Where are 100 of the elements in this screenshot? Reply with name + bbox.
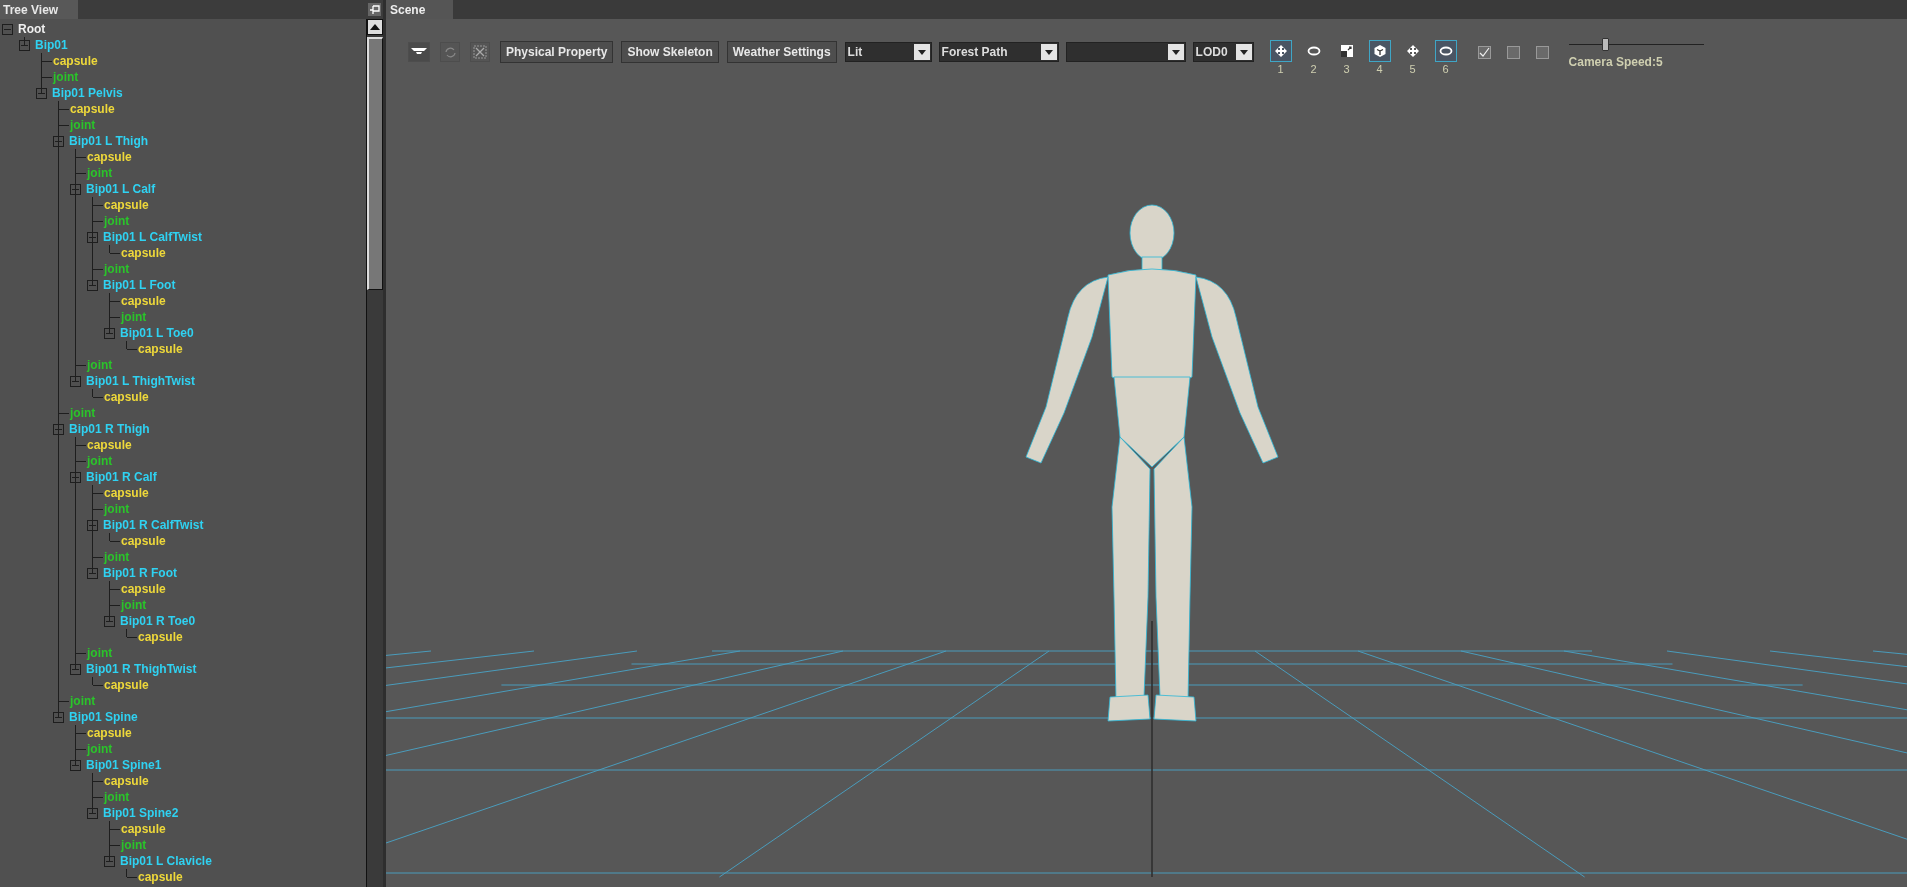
- gizmo-number: 3: [1343, 63, 1350, 75]
- expand-toggle[interactable]: [70, 663, 81, 675]
- tree-item[interactable]: Bip01 R ThighTwist: [86, 662, 197, 676]
- expand-toggle[interactable]: [2, 23, 13, 35]
- expand-toggle[interactable]: [53, 135, 64, 147]
- tree-item[interactable]: Bip01 R Thigh: [69, 422, 150, 436]
- expand-toggle[interactable]: [70, 471, 81, 483]
- expand-toggle[interactable]: [19, 39, 30, 51]
- tree-item[interactable]: capsule: [121, 246, 166, 260]
- tree-item[interactable]: Bip01 L Thigh: [69, 134, 149, 148]
- dropdown[interactable]: LOD0: [1192, 42, 1254, 62]
- tree-item[interactable]: Bip01 L Calf: [86, 182, 156, 196]
- tree-item[interactable]: capsule: [104, 390, 149, 404]
- tree-item[interactable]: Bip01 L Foot: [103, 278, 176, 292]
- tree-item[interactable]: capsule: [121, 294, 166, 308]
- tree-item[interactable]: capsule: [87, 438, 132, 452]
- tree-item[interactable]: Bip01 R Foot: [103, 566, 177, 580]
- tree-item[interactable]: capsule: [104, 198, 149, 212]
- dropdown[interactable]: Forest Path: [938, 42, 1059, 62]
- expand-toggle[interactable]: [87, 231, 98, 243]
- toolbar-button[interactable]: Physical Property: [500, 41, 614, 63]
- tree-item[interactable]: joint: [121, 598, 147, 612]
- tree-item[interactable]: capsule: [104, 774, 149, 788]
- cube-icon: [1372, 44, 1387, 58]
- tree-item[interactable]: joint: [70, 694, 96, 708]
- toolbar-button[interactable]: Show Skeleton: [621, 41, 719, 63]
- tree-item[interactable]: Bip01 R CalfTwist: [103, 518, 204, 532]
- tree-item[interactable]: joint: [104, 550, 130, 564]
- tree-item[interactable]: capsule: [138, 870, 183, 884]
- tree-item[interactable]: Bip01 Pelvis: [52, 86, 123, 100]
- dropdown[interactable]: Lit: [844, 42, 932, 62]
- gizmo-number: 1: [1277, 63, 1284, 75]
- tree-item[interactable]: Bip01: [35, 38, 68, 52]
- tree-item[interactable]: Bip01 L Toe0: [120, 326, 194, 340]
- tree-item[interactable]: Root: [18, 22, 46, 36]
- tree-item[interactable]: capsule: [70, 102, 115, 116]
- tree-item[interactable]: joint: [87, 166, 113, 180]
- tree-item[interactable]: Bip01 L Clavicle: [120, 854, 212, 868]
- expand-toggle[interactable]: [87, 567, 98, 579]
- tree-item[interactable]: joint: [70, 118, 96, 132]
- refresh-button[interactable]: [440, 42, 460, 62]
- expand-toggle[interactable]: [104, 615, 115, 627]
- gizmo-button[interactable]: [1269, 40, 1292, 62]
- gizmo-button[interactable]: [1368, 40, 1391, 62]
- tree-item[interactable]: capsule: [87, 726, 132, 740]
- tree-item[interactable]: capsule: [104, 486, 149, 500]
- tree-item[interactable]: capsule: [121, 822, 166, 836]
- tree-item[interactable]: Bip01 L ThighTwist: [86, 374, 195, 388]
- expand-toggle[interactable]: [104, 327, 115, 339]
- expand-toggle[interactable]: [87, 279, 98, 291]
- tree-item[interactable]: capsule: [138, 342, 183, 356]
- tree-item[interactable]: capsule: [121, 582, 166, 596]
- refresh-icon: [443, 45, 457, 59]
- tree-item[interactable]: joint: [121, 310, 147, 324]
- dropdown[interactable]: [1065, 42, 1186, 62]
- checkbox[interactable]: [1477, 46, 1491, 59]
- expand-toggle[interactable]: [87, 519, 98, 531]
- scale-icon: [1339, 44, 1354, 58]
- tree-item[interactable]: joint: [104, 502, 130, 516]
- tree-item[interactable]: capsule: [87, 150, 132, 164]
- gizmo-number: 6: [1442, 63, 1449, 75]
- tree-item[interactable]: joint: [70, 406, 96, 420]
- gizmo-button[interactable]: [1434, 40, 1457, 62]
- tree-item[interactable]: joint: [104, 262, 130, 276]
- lamp-icon: [411, 48, 427, 56]
- expand-toggle[interactable]: [104, 855, 115, 867]
- tree-item[interactable]: joint: [104, 214, 130, 228]
- tree-item[interactable]: joint: [87, 358, 113, 372]
- expand-toggle[interactable]: [53, 423, 64, 435]
- tree-item[interactable]: Bip01 Spine: [69, 710, 138, 724]
- expand-toggle[interactable]: [53, 711, 64, 723]
- tree-item[interactable]: joint: [87, 742, 113, 756]
- tree-item[interactable]: joint: [87, 454, 113, 468]
- tree-item[interactable]: Bip01 Spine1: [86, 758, 162, 772]
- toolbar-button[interactable]: Weather Settings: [726, 41, 837, 63]
- panel-tab[interactable]: Tree View: [0, 0, 79, 19]
- slider-thumb[interactable]: [1602, 38, 1609, 51]
- tree-item[interactable]: joint: [121, 838, 147, 852]
- tree-item[interactable]: joint: [87, 646, 113, 660]
- expand-toggle[interactable]: [87, 807, 98, 819]
- tree-item[interactable]: Bip01 R Calf: [86, 470, 157, 484]
- tree-item[interactable]: Bip01 L CalfTwist: [103, 230, 202, 244]
- expand-toggle[interactable]: [70, 375, 81, 387]
- checkbox[interactable]: [1535, 46, 1549, 59]
- lamp-icon-button[interactable]: [408, 42, 430, 62]
- tree-item[interactable]: capsule: [138, 630, 183, 644]
- checkbox[interactable]: [1506, 46, 1520, 59]
- tree-item[interactable]: capsule: [104, 678, 149, 692]
- panel-tab[interactable]: Scene: [386, 0, 453, 19]
- tree-item[interactable]: Bip01 R Toe0: [120, 614, 196, 628]
- expand-toggle[interactable]: [70, 183, 81, 195]
- tree-item[interactable]: capsule: [53, 54, 98, 68]
- tree-item[interactable]: capsule: [121, 534, 166, 548]
- scrollbar[interactable]: [366, 19, 383, 887]
- tree-item[interactable]: joint: [53, 70, 79, 84]
- expand-toggle[interactable]: [36, 87, 47, 99]
- pin-icon[interactable]: [368, 3, 381, 16]
- expand-toggle[interactable]: [70, 759, 81, 771]
- tree-item[interactable]: Bip01 Spine2: [103, 806, 179, 820]
- tree-item[interactable]: joint: [104, 790, 130, 804]
